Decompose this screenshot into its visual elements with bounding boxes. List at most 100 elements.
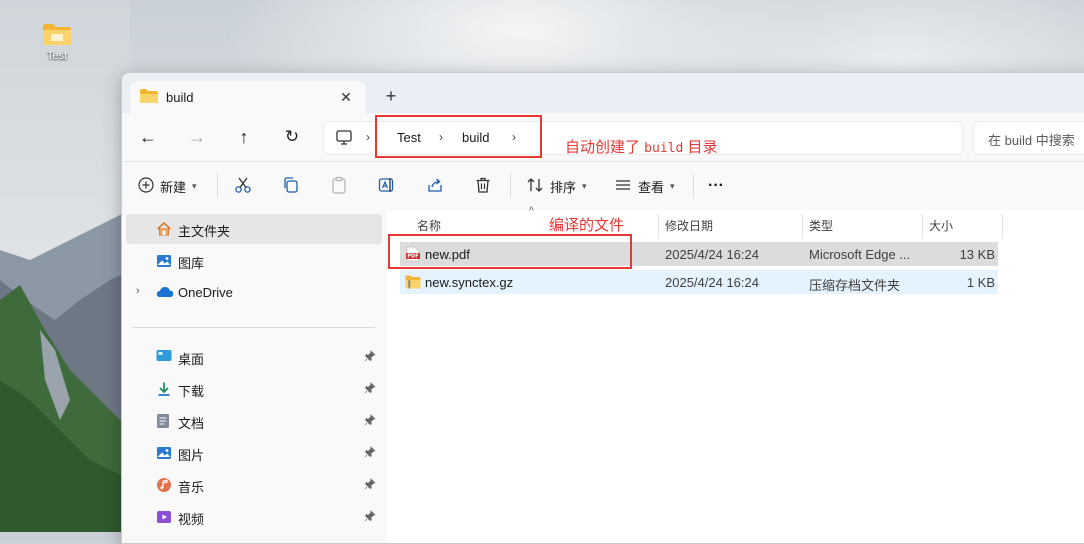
pin-icon[interactable] <box>364 350 376 365</box>
sidebar-divider <box>132 327 375 328</box>
file-size: 13 KB <box>959 247 995 262</box>
copy-button[interactable] <box>282 174 300 198</box>
scissors-icon <box>234 176 252 197</box>
tab-bar: build ✕ + <box>122 73 1084 113</box>
folder-icon <box>140 88 158 106</box>
desktop-icon-test[interactable]: Test <box>32 22 82 62</box>
home-icon <box>156 221 172 240</box>
chevron-right-icon[interactable]: › <box>136 285 140 297</box>
desktop-wallpaper <box>0 0 130 532</box>
file-size: 1 KB <box>966 275 995 290</box>
cut-button[interactable] <box>234 174 252 198</box>
file-type: Microsoft Edge ... <box>809 247 911 262</box>
refresh-button[interactable]: ↻ <box>280 125 304 149</box>
toolbar-divider <box>693 174 694 198</box>
sidebar-item-downloads[interactable]: 下载 <box>126 374 382 404</box>
zip-folder-icon <box>405 274 421 293</box>
chevron-down-icon: ▾ <box>192 180 197 191</box>
annotation-box-breadcrumb <box>375 115 542 158</box>
column-divider[interactable] <box>802 214 803 238</box>
sort-ascending-icon: ^ <box>529 206 534 217</box>
pin-icon[interactable] <box>364 510 376 525</box>
tab-title: build <box>166 89 194 105</box>
annotation-text: 目录 <box>683 139 718 156</box>
share-button[interactable] <box>426 174 444 198</box>
sidebar-item-music[interactable]: 音乐 <box>126 470 382 500</box>
list-view-icon <box>614 176 632 197</box>
new-button[interactable]: 新建 ▾ <box>138 174 197 198</box>
sidebar-item-gallery[interactable]: 图库 <box>126 246 382 276</box>
new-button-label: 新建 <box>160 179 187 195</box>
column-divider[interactable] <box>922 214 923 238</box>
search-placeholder: 在 build 中搜索 <box>988 133 1075 148</box>
column-header-modified[interactable]: 修改日期 <box>665 214 713 238</box>
gallery-icon <box>156 253 172 272</box>
sort-button[interactable]: 排序 ▾ <box>526 174 587 198</box>
forward-button[interactable]: → <box>185 125 209 149</box>
paste-button[interactable] <box>330 174 348 198</box>
sidebar-item-pictures[interactable]: 图片 <box>126 438 382 468</box>
arrow-left-icon: ← <box>139 126 157 147</box>
file-modified: 2025/4/24 16:24 <box>665 275 759 290</box>
view-button-label: 查看 <box>638 179 665 195</box>
sidebar-item-home[interactable]: 主文件夹 <box>126 214 382 244</box>
desktop-icon <box>156 349 172 366</box>
video-icon <box>156 509 172 528</box>
close-tab-icon[interactable]: ✕ <box>336 87 356 107</box>
file-type: 压缩存档文件夹 <box>809 278 901 293</box>
new-tab-button[interactable]: + <box>380 85 402 107</box>
file-modified: 2025/4/24 16:24 <box>665 247 759 262</box>
view-button[interactable]: 查看 ▾ <box>614 174 675 198</box>
annotation-build-created: 自动创建了 build 目录 <box>565 136 717 157</box>
column-header-type[interactable]: 类型 <box>809 214 833 238</box>
refresh-icon: ↻ <box>284 127 300 146</box>
sidebar-item-label: 视频 <box>178 512 205 527</box>
sidebar-item-videos[interactable]: 视频 <box>126 502 382 532</box>
trash-icon <box>474 176 492 197</box>
document-icon <box>156 413 170 432</box>
pin-icon[interactable] <box>364 446 376 461</box>
column-divider[interactable] <box>1002 214 1003 238</box>
pin-icon[interactable] <box>364 382 376 397</box>
rename-button[interactable] <box>378 174 396 198</box>
file-name: new.synctex.gz <box>425 275 514 290</box>
rename-icon <box>378 176 396 197</box>
cloud-icon <box>156 285 174 302</box>
more-options-button[interactable]: ··· <box>708 174 724 198</box>
sidebar-item-label: OneDrive <box>178 285 233 300</box>
toolbar-divider <box>217 174 218 198</box>
column-header-size[interactable]: 大小 <box>929 214 953 238</box>
sidebar-item-label: 音乐 <box>178 480 205 495</box>
download-icon <box>156 381 172 400</box>
annotation-text: 自动创建了 <box>565 139 645 156</box>
share-icon <box>426 176 444 197</box>
column-divider[interactable] <box>658 214 659 238</box>
file-row-new-synctex-gz[interactable]: new.synctex.gz 2025/4/24 16:24 压缩存档文件夹 1… <box>400 270 998 294</box>
chevron-down-icon: ▾ <box>670 180 675 191</box>
delete-button[interactable] <box>474 174 492 198</box>
command-bar: 新建 ▾ 排序 ▾ 查看 ▾ ··· <box>122 162 1084 211</box>
back-button[interactable]: ← <box>136 125 160 149</box>
plus-circle-icon <box>138 176 154 196</box>
sidebar-item-documents[interactable]: 文档 <box>126 406 382 436</box>
toolbar-divider <box>510 174 511 198</box>
monitor-icon <box>336 130 352 148</box>
sidebar-item-onedrive[interactable]: › OneDrive <box>126 278 382 308</box>
annotation-code: build <box>644 141 684 156</box>
sort-button-label: 排序 <box>550 179 577 195</box>
sidebar-item-label: 图片 <box>178 448 205 463</box>
pin-icon[interactable] <box>364 478 376 493</box>
search-input[interactable]: 在 build 中搜索 <box>973 121 1084 155</box>
sort-icon <box>526 176 544 197</box>
music-icon <box>156 477 172 496</box>
clipboard-icon <box>330 176 348 197</box>
tab-build[interactable]: build ✕ <box>130 81 366 113</box>
annotation-compiled-file: 编译的文件 <box>549 217 625 234</box>
desktop-icon-label: Test <box>46 50 68 62</box>
breadcrumb-separator[interactable]: › <box>366 130 370 144</box>
sidebar-item-label: 下载 <box>178 384 205 399</box>
pin-icon[interactable] <box>364 414 376 429</box>
sidebar-item-desktop[interactable]: 桌面 <box>126 342 382 372</box>
up-button[interactable]: ↑ <box>232 125 256 149</box>
sidebar-item-label: 文档 <box>178 416 205 431</box>
